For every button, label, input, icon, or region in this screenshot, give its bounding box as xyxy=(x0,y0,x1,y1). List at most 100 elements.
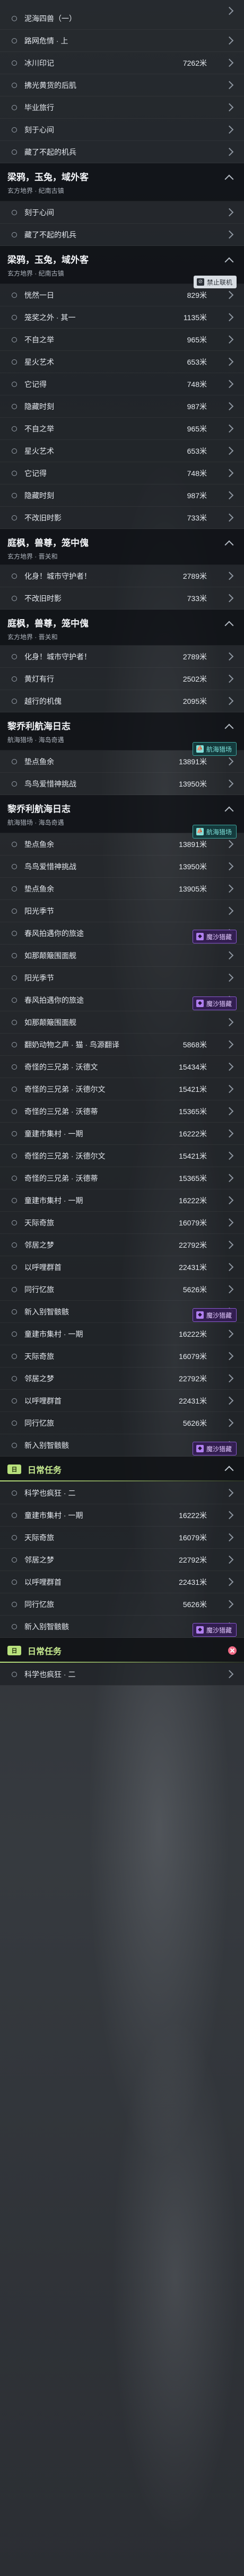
quest-row[interactable]: 阳光季节 ◆ 魔沙猎藏 xyxy=(0,900,244,943)
quest-name: 垫点鱼余 xyxy=(24,757,54,766)
quest-row[interactable]: 同行忆旅 5626米 ◆ 魔沙猎藏 xyxy=(0,1412,244,1455)
quest-group-header[interactable]: 梁鸦，玉兔，域外客 玄方地界 · 纪南古镇 ⊘ 禁止联机 xyxy=(0,246,244,288)
quest-row[interactable]: 垫点鱼余 13905米 xyxy=(0,878,244,900)
quest-row[interactable]: 刻于心间 xyxy=(0,119,244,141)
quest-row[interactable]: 以呼哩群首 22431米 xyxy=(0,1571,244,1593)
quest-row[interactable]: 邻居之梦 22792米 xyxy=(0,1368,244,1390)
quest-row[interactable]: 天际奇旅 16079米 xyxy=(0,1345,244,1368)
quest-group-header[interactable]: 庭枫，兽尊，笼中傀 玄方地界 · 晋关和 xyxy=(0,529,244,565)
quest-row[interactable]: 拂光黄货的后肌 xyxy=(0,74,244,96)
quest-status-icon xyxy=(12,781,17,787)
chevron-right-icon xyxy=(225,103,234,112)
quest-status-icon xyxy=(12,1442,17,1448)
quest-row[interactable]: 隐藏时刻 987米 xyxy=(0,395,244,418)
quest-row[interactable]: 泥海四兽（一） xyxy=(0,0,244,30)
quest-status-icon xyxy=(12,1671,17,1677)
quest-row[interactable]: 化身！城市守护者！ 2789米 xyxy=(0,565,244,587)
quest-name: 同行忆旅 xyxy=(24,1285,54,1294)
quest-row[interactable]: 以呼哩群首 22431米 xyxy=(0,1390,244,1412)
quest-row[interactable]: 毕业旅行 xyxy=(0,96,244,119)
quest-row[interactable]: 科学也疯狂 · 二 xyxy=(0,1482,244,1504)
quest-row[interactable]: 奇怪的三兄弟 · 沃德尔文 15421米 xyxy=(0,1145,244,1167)
quest-name: 同行忆旅 xyxy=(24,1600,54,1609)
quest-status-icon xyxy=(12,841,17,847)
quest-status-icon xyxy=(12,426,17,431)
badge-text: 禁止联机 xyxy=(206,278,232,286)
quest-row[interactable]: 黄灯有行 2502米 xyxy=(0,668,244,690)
quest-row[interactable]: 星火艺术 653米 xyxy=(0,351,244,373)
quest-category-header[interactable]: 日日常任务 xyxy=(0,1457,244,1482)
quest-row[interactable]: 天际奇旅 16079米 xyxy=(0,1527,244,1549)
quest-row[interactable]: 如那颠簸围面舰 xyxy=(0,945,244,967)
quest-row[interactable]: 天际奇旅 16079米 xyxy=(0,1212,244,1234)
quest-name: 刻于心间 xyxy=(24,208,54,217)
quest-row[interactable]: 星火艺术 653米 xyxy=(0,440,244,462)
quest-group-header[interactable]: 黎乔利航海日志 航海猎场 · 海岛奇遇 ⛵ 航海猎场 xyxy=(0,712,244,756)
quest-row[interactable]: 路网危情 · 上 xyxy=(0,30,244,52)
chevron-up-icon[interactable] xyxy=(224,1466,234,1475)
quest-group-header[interactable]: 黎乔利航海日志 航海猎场 · 海岛奇遇 ⛵ 航海猎场 xyxy=(0,795,244,839)
quest-row[interactable]: 隐藏时刻 987米 xyxy=(0,484,244,507)
quest-row[interactable]: 越行的机傀 2095米 xyxy=(0,690,244,712)
quest-row[interactable]: 笼奖之外 · 其一 1135米 xyxy=(0,306,244,329)
quest-row[interactable]: 童建市集村 · 一期 16222米 xyxy=(0,1504,244,1527)
quest-row[interactable]: 以呼哩群首 22431米 xyxy=(0,1256,244,1278)
quest-row[interactable]: 藏了不起的机兵 xyxy=(0,141,244,163)
quest-row[interactable]: 如那颠簸围面舰 xyxy=(0,1011,244,1034)
quest-row[interactable]: 鸟鸟爱惜神挑战 13950米 xyxy=(0,773,244,795)
quest-row[interactable]: 化身！城市守护者！ 2789米 xyxy=(0,646,244,668)
quest-row[interactable]: 翻奶动物之声 · 猫 · 鸟源翻译 5868米 xyxy=(0,1034,244,1056)
quest-category-header[interactable]: 日日常任务 xyxy=(0,1638,244,1663)
quest-row[interactable]: 不改旧时影 733米 xyxy=(0,587,244,610)
quest-row[interactable]: 冰川印记 7262米 xyxy=(0,52,244,74)
badge-text: 魔沙猎藏 xyxy=(206,1311,232,1319)
quest-list[interactable]: 泥海四兽（一） 路网危情 · 上冰川印记 7262米 拂光黄货的后肌 毕业旅行 刻于心间藏… xyxy=(0,0,244,1686)
quest-row[interactable]: 科学也疯狂 · 二 xyxy=(0,1663,244,1686)
quest-status-icon xyxy=(12,930,17,936)
quest-row[interactable]: 童建市集村 · 一期 16222米 xyxy=(0,1189,244,1212)
quest-row[interactable]: 同行忆旅 5626米 ◆ 魔沙猎藏 xyxy=(0,1278,244,1322)
quest-row[interactable]: 它记得 748米 xyxy=(0,462,244,484)
quest-row[interactable]: 奇怪的三兄弟 · 沃德蒂 15365米 xyxy=(0,1100,244,1123)
quest-name: 天际奇旅 xyxy=(24,1352,54,1361)
quest-name: 黄灯有行 xyxy=(24,674,54,683)
quest-row[interactable]: 不自之举 965米 xyxy=(0,418,244,440)
quest-name: 隐藏时刻 xyxy=(24,491,54,500)
quest-status-icon xyxy=(12,314,17,320)
quest-status-icon xyxy=(12,359,17,365)
quest-row[interactable]: 奇怪的三兄弟 · 沃德尔文 15421米 xyxy=(0,1078,244,1100)
badge-text: 航海猎场 xyxy=(206,745,232,753)
quest-name: 不自之举 xyxy=(24,424,54,433)
chevron-right-icon xyxy=(225,1018,234,1027)
quest-category-title: 日常任务 xyxy=(28,1466,62,1475)
quest-status-icon xyxy=(12,232,17,237)
quest-row[interactable]: 鸟鸟爱惜神挑战 13950米 xyxy=(0,855,244,878)
quest-status-icon xyxy=(12,1398,17,1404)
quest-status-icon xyxy=(12,595,17,601)
quest-row[interactable]: 奇怪的三兄弟 · 沃德蒂 15365米 xyxy=(0,1167,244,1189)
quest-row[interactable]: 同行忆旅 5626米 ◆ 魔沙猎藏 xyxy=(0,1593,244,1637)
quest-name: 不改旧时影 xyxy=(24,513,62,522)
quest-row[interactable]: 不改旧时影 733米 xyxy=(0,507,244,529)
quest-group-header[interactable]: 庭枫，兽尊，笼中傀 玄方地界 · 晋关和 xyxy=(0,610,244,646)
quest-name: 奇怪的三兄弟 · 沃德文 xyxy=(24,1062,98,1071)
purple-badge: ◆ 魔沙猎藏 xyxy=(192,996,237,1010)
quest-row[interactable]: 刻于心间 xyxy=(0,201,244,224)
quest-name: 科学也疯狂 · 二 xyxy=(24,1488,76,1497)
quest-row[interactable]: 邻居之梦 22792米 xyxy=(0,1234,244,1256)
quest-row[interactable]: 不自之举 965米 xyxy=(0,329,244,351)
quest-row[interactable]: 藏了不起的机兵 xyxy=(0,224,244,246)
quest-name: 以呼哩群首 xyxy=(24,1396,62,1405)
quest-row[interactable]: 它记得 748米 xyxy=(0,373,244,395)
quest-group-location: 玄方地界 · 晋关和 xyxy=(7,553,58,560)
quest-status-icon xyxy=(12,1534,17,1540)
quest-status-icon xyxy=(12,292,17,298)
quest-row[interactable]: 阳光季节 ◆ 魔沙猎藏 xyxy=(0,967,244,1010)
quest-group-header[interactable]: 梁鸦，玉兔，域外客 玄方地界 · 纪南古镇 xyxy=(0,163,244,201)
chevron-right-icon xyxy=(225,951,234,960)
quest-row[interactable]: 邻居之梦 22792米 xyxy=(0,1549,244,1571)
close-icon[interactable] xyxy=(228,1646,237,1655)
quest-row[interactable]: 童建市集村 · 一期 16222米 xyxy=(0,1323,244,1345)
quest-row[interactable]: 童建市集村 · 一期 16222米 xyxy=(0,1123,244,1145)
quest-row[interactable]: 奇怪的三兄弟 · 沃德文 15434米 xyxy=(0,1056,244,1078)
